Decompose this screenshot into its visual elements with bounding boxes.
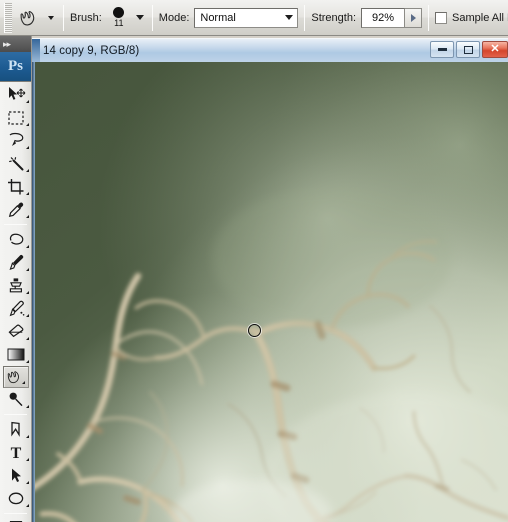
options-bar: Brush: 11 Mode: Normal Strength: 92% Sam… xyxy=(0,0,508,36)
tool-notes[interactable] xyxy=(0,517,32,522)
options-bar-drag-handle[interactable] xyxy=(4,2,12,33)
document-title: 14 copy 9, RGB/8) xyxy=(43,44,140,57)
flyout-indicator xyxy=(21,381,25,384)
chevron-down-icon[interactable] xyxy=(285,15,294,20)
tool-smudge[interactable] xyxy=(2,366,29,388)
options-separator-3 xyxy=(304,4,306,31)
toolbox-divider-3 xyxy=(4,513,27,514)
options-separator-4 xyxy=(428,4,430,31)
options-separator-1 xyxy=(63,4,64,31)
toolbox-panel: ▸▸ Ps T xyxy=(0,36,32,522)
flyout-indicator xyxy=(26,291,29,294)
tool-gradient[interactable] xyxy=(0,343,32,366)
tool-magic-wand[interactable] xyxy=(0,152,32,175)
flyout-indicator xyxy=(26,405,29,408)
toolbox-divider-1 xyxy=(4,224,27,225)
photoshop-logo: Ps xyxy=(0,52,31,82)
window-controls: ✕ xyxy=(430,41,508,58)
flyout-indicator xyxy=(26,360,29,363)
tool-lasso[interactable] xyxy=(0,129,32,152)
tool-ellipse-shape[interactable] xyxy=(0,487,32,510)
chevron-down-icon[interactable] xyxy=(135,15,144,20)
document-window: 14 copy 9, RGB/8) ✕ xyxy=(32,38,508,522)
restore-icon xyxy=(463,45,473,54)
brush-size-value: 11 xyxy=(114,18,124,28)
strength-label: Strength: xyxy=(311,11,357,24)
tool-history-brush[interactable] xyxy=(0,297,32,320)
flyout-indicator xyxy=(26,215,29,218)
brush-preset-picker[interactable]: 11 xyxy=(107,4,144,32)
flyout-indicator xyxy=(26,337,29,340)
document-icon xyxy=(32,38,40,63)
flyout-indicator xyxy=(26,314,29,317)
brush-preview: 11 xyxy=(107,4,131,32)
flyout-indicator xyxy=(26,481,29,484)
document-image xyxy=(32,62,508,522)
strength-input[interactable]: 92% xyxy=(361,7,406,28)
flyout-indicator xyxy=(26,146,29,149)
tool-crop[interactable] xyxy=(0,175,32,198)
tool-eraser[interactable] xyxy=(0,320,32,343)
brush-cursor xyxy=(248,324,261,337)
blend-mode-value: Normal xyxy=(200,11,236,24)
flyout-indicator xyxy=(26,458,29,461)
toolbox-divider-2 xyxy=(4,414,27,415)
close-button[interactable]: ✕ xyxy=(482,41,508,58)
close-icon: ✕ xyxy=(490,43,500,55)
sample-all-layers-label: Sample All Layers xyxy=(452,11,508,24)
photoshop-window: Brush: 11 Mode: Normal Strength: 92% Sam… xyxy=(0,0,508,522)
double-chevron-right-icon[interactable]: ▸▸ xyxy=(3,39,11,49)
options-separator-2 xyxy=(151,4,153,31)
flyout-indicator xyxy=(26,245,29,248)
tool-move[interactable] xyxy=(0,83,32,106)
document-title-bar[interactable]: 14 copy 9, RGB/8) ✕ xyxy=(32,38,508,63)
flyout-indicator xyxy=(26,435,29,438)
tool-preset-picker[interactable] xyxy=(15,3,57,33)
tool-brush[interactable] xyxy=(0,251,32,274)
tool-type[interactable]: T xyxy=(0,441,32,464)
tool-polygonal-lasso[interactable] xyxy=(0,228,32,251)
tool-path-selection[interactable] xyxy=(0,464,32,487)
flyout-indicator xyxy=(26,268,29,271)
tool-pen[interactable] xyxy=(0,418,32,441)
flyout-indicator xyxy=(26,123,29,126)
toolbox-collapse-bar[interactable]: ▸▸ xyxy=(0,36,31,52)
smudge-tool-icon xyxy=(17,5,43,31)
tool-eyedropper[interactable] xyxy=(0,198,32,221)
sample-all-layers-checkbox[interactable] xyxy=(435,11,448,24)
restore-button[interactable] xyxy=(456,41,480,58)
spinner-arrow-icon xyxy=(410,13,416,22)
minimize-icon xyxy=(437,48,447,51)
flyout-indicator xyxy=(26,169,29,172)
strength-slider-button[interactable] xyxy=(405,7,423,28)
flyout-indicator xyxy=(26,192,29,195)
brush-label: Brush: xyxy=(70,11,102,24)
canvas-area[interactable] xyxy=(32,62,508,522)
flyout-indicator xyxy=(26,504,29,507)
flyout-indicator xyxy=(26,100,29,103)
tool-list: T xyxy=(0,82,31,522)
blend-mode-dropdown[interactable]: Normal xyxy=(194,7,299,28)
tool-clone-stamp[interactable] xyxy=(0,274,32,297)
minimize-button[interactable] xyxy=(430,41,454,58)
tool-rectangular-marquee[interactable] xyxy=(0,106,32,129)
sample-all-layers-option[interactable]: Sample All Layers xyxy=(435,11,508,24)
svg-text:T: T xyxy=(11,445,22,461)
tool-dodge[interactable] xyxy=(0,388,32,411)
mode-label: Mode: xyxy=(158,11,190,24)
brush-dot-icon xyxy=(113,7,125,18)
chevron-down-icon[interactable] xyxy=(48,15,54,20)
canvas-left-edge xyxy=(32,62,35,522)
